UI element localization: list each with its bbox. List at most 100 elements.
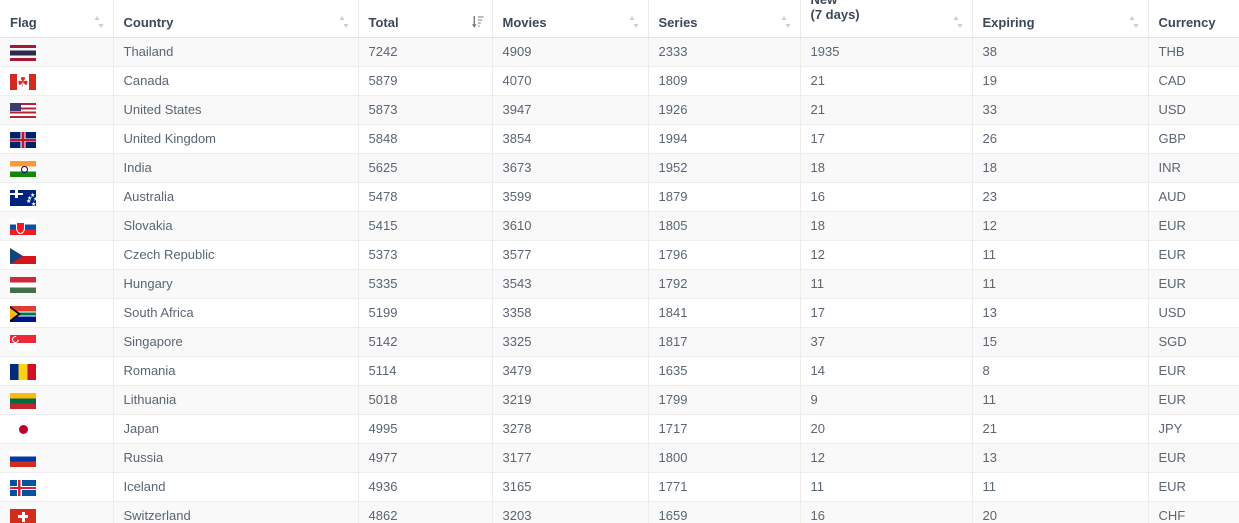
cell-new: 9 [800,385,973,415]
sort-both-icon[interactable] [952,15,964,29]
cell-currency: GBP [1148,124,1239,154]
table-row[interactable]: ☘ Canada 5879 4070 1809 21 19 CAD [0,66,1239,96]
cell-currency: EUR [1148,385,1239,415]
cell-currency: EUR [1148,443,1239,473]
cell-new: 17 [800,298,973,328]
table-row[interactable]: Japan 4995 3278 1717 20 21 JPY [0,414,1239,444]
cell-flag [0,95,114,125]
column-header-country-label: Country [123,15,174,30]
column-header-new-7-days[interactable]: New (7 days) [800,0,973,38]
cell-total: 5625 [358,153,493,183]
cell-currency: THB [1148,37,1239,67]
table-row[interactable]: Russia 4977 3177 1800 12 13 EUR [0,443,1239,473]
sort-both-icon[interactable] [1128,15,1140,29]
cell-total: 5142 [358,327,493,357]
sort-both-icon[interactable] [780,15,792,29]
cell-country: Canada [113,66,359,96]
table-row[interactable]: ★★★★★ Australia5478359918791623AUD [0,182,1239,212]
maple-leaf-icon: ☘ [17,74,29,90]
cell-series: 1817 [648,327,801,357]
sort-both-icon[interactable] [338,15,350,29]
table-row[interactable]: India 5625 3673 1952 18 18 INR [0,153,1239,183]
cell-total: 5199 [358,298,493,328]
cell-flag: ☘ [0,66,114,96]
cell-total: 5018 [358,385,493,415]
flag-iceland-icon [10,479,36,496]
cell-total: 5873 [358,95,493,125]
column-header-movies[interactable]: Movies [492,0,649,38]
cell-country: Thailand [113,37,359,67]
sort-both-icon[interactable] [628,15,640,29]
cell-currency: EUR [1148,240,1239,270]
cell-series: 1879 [648,182,801,212]
cell-expiring: 15 [972,327,1149,357]
cell-currency: EUR [1148,269,1239,299]
cell-currency: USD [1148,298,1239,328]
cell-country: India [113,153,359,183]
cell-total: 5848 [358,124,493,154]
cell-total: 4936 [358,472,493,502]
cell-flag [0,240,114,270]
cell-expiring: 26 [972,124,1149,154]
table-row[interactable]: Switzerland 4862 3203 1659 16 20 CHF [0,501,1239,523]
table-row[interactable]: Romania 5114 3479 1635 14 8 EUR [0,356,1239,386]
data-table-container: Flag Country Total Movies Series (7 days… [0,0,1239,523]
cell-flag [0,153,114,183]
cell-currency: CHF [1148,501,1239,523]
cell-currency: USD [1148,95,1239,125]
cell-new: 18 [800,153,973,183]
table-row[interactable]: United Kingdom 5848 3854 1994 17 26 GBP [0,124,1239,154]
cell-expiring: 11 [972,269,1149,299]
cell-total: 4995 [358,414,493,444]
table-row[interactable]: South Africa 5199 3358 1841 17 13 USD [0,298,1239,328]
column-header-flag[interactable]: Flag [0,0,114,38]
cell-movies: 3479 [492,356,649,386]
cell-expiring: 19 [972,66,1149,96]
cell-total: 4977 [358,443,493,473]
cell-movies: 3203 [492,501,649,523]
cell-country: Lithuania [113,385,359,415]
cell-new: 11 [800,269,973,299]
cell-flag [0,327,114,357]
column-header-series[interactable]: Series [648,0,801,38]
column-header-currency[interactable]: Currency [1148,0,1239,38]
table-row[interactable]: Czech Republic 5373 3577 1796 12 11 EUR [0,240,1239,270]
cell-new: 18 [800,211,973,241]
column-header-total[interactable]: Total [358,0,493,38]
sort-amount-down-icon[interactable] [471,15,484,29]
cell-expiring: 12 [972,211,1149,241]
cell-new: 14 [800,356,973,386]
cell-new: 12 [800,443,973,473]
cell-currency: JPY [1148,414,1239,444]
flag-switzerland-icon [10,508,36,523]
cell-expiring: 8 [972,356,1149,386]
cell-series: 1799 [648,385,801,415]
column-header-movies-label: Movies [502,15,547,30]
table-row[interactable]: Iceland 4936 3165 1771 11 11 EUR [0,472,1239,502]
table-row[interactable]: Thailand 7242 4909 2333 1935 38 THB [0,37,1239,67]
table-row[interactable]: Hungary 5335 3543 1792 11 11 EUR [0,269,1239,299]
cell-total: 7242 [358,37,493,67]
table-row[interactable]: Lithuania 5018 3219 1799 9 11 EUR [0,385,1239,415]
cell-expiring: 13 [972,298,1149,328]
cell-series: 1952 [648,153,801,183]
cell-movies: 3673 [492,153,649,183]
column-header-country[interactable]: Country [113,0,359,38]
table-row[interactable]: Slovakia 5415 3610 1805 18 12 EUR [0,211,1239,241]
cell-country: Russia [113,443,359,473]
cell-new: 37 [800,327,973,357]
cell-movies: 3325 [492,327,649,357]
cell-country: Hungary [113,269,359,299]
cell-flag [0,269,114,299]
table-row[interactable]: United States 5873 3947 1926 21 33 USD [0,95,1239,125]
cell-series: 1796 [648,240,801,270]
table-row[interactable]: Singapore 5142 3325 1817 37 15 SGD [0,327,1239,357]
cell-series: 2333 [648,37,801,67]
sort-both-icon[interactable] [93,15,105,29]
cell-expiring: 11 [972,472,1149,502]
flag-japan-icon [10,421,36,438]
cell-country: Switzerland [113,501,359,523]
column-header-expiring[interactable]: Expiring [972,0,1149,38]
cell-currency: AUD [1148,182,1239,212]
cell-flag [0,385,114,415]
